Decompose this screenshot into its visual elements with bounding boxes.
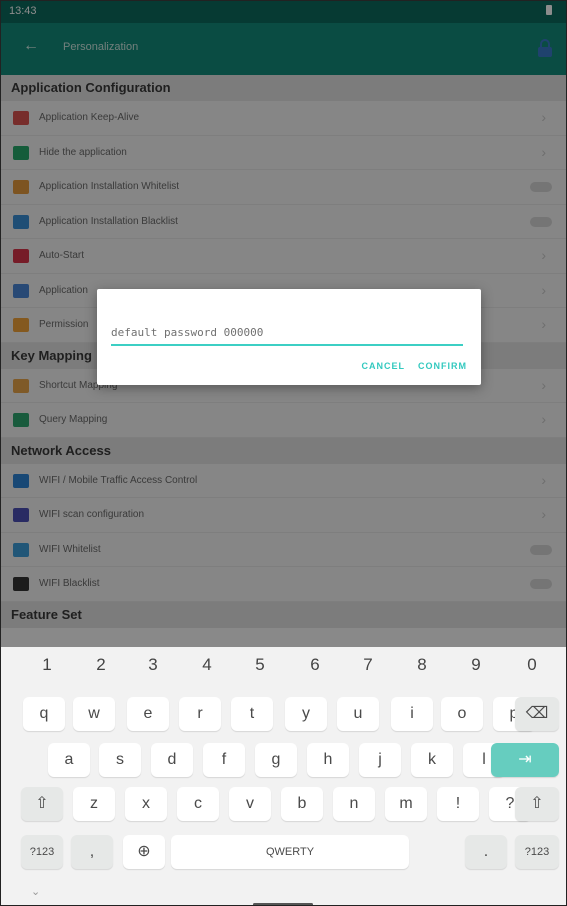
letter-key[interactable]: f bbox=[203, 743, 245, 777]
letter-key[interactable]: h bbox=[307, 743, 349, 777]
period-key[interactable]: . bbox=[465, 835, 507, 869]
number-key[interactable]: 5 bbox=[245, 655, 275, 675]
comma-key[interactable]: , bbox=[71, 835, 113, 869]
letter-key[interactable]: s bbox=[99, 743, 141, 777]
letter-key[interactable]: b bbox=[281, 787, 323, 821]
number-key[interactable]: 3 bbox=[138, 655, 168, 675]
letter-key[interactable]: w bbox=[73, 697, 115, 731]
password-input[interactable]: default password 000000 bbox=[111, 322, 463, 346]
number-key[interactable]: 9 bbox=[461, 655, 491, 675]
letter-key[interactable]: ! bbox=[437, 787, 479, 821]
letter-key[interactable]: x bbox=[125, 787, 167, 821]
backspace-key[interactable]: ⌫ bbox=[515, 697, 559, 731]
letter-key[interactable]: k bbox=[411, 743, 453, 777]
letter-key[interactable]: c bbox=[177, 787, 219, 821]
letter-key[interactable]: n bbox=[333, 787, 375, 821]
space-key[interactable]: QWERTY bbox=[171, 835, 409, 869]
letter-key[interactable]: d bbox=[151, 743, 193, 777]
globe-key[interactable]: ⊕ bbox=[123, 835, 165, 869]
cancel-button[interactable]: CANCEL bbox=[362, 361, 406, 371]
letter-key[interactable]: a bbox=[48, 743, 90, 777]
keyboard-collapse-icon[interactable]: ⌄ bbox=[31, 885, 40, 898]
number-key[interactable]: 7 bbox=[353, 655, 383, 675]
letter-key[interactable]: j bbox=[359, 743, 401, 777]
number-key[interactable]: 8 bbox=[407, 655, 437, 675]
letter-key[interactable]: z bbox=[73, 787, 115, 821]
letter-key[interactable]: t bbox=[231, 697, 273, 731]
letter-key[interactable]: v bbox=[229, 787, 271, 821]
symbols-key[interactable]: ?123 bbox=[21, 835, 63, 869]
confirm-button[interactable]: CONFIRM bbox=[418, 361, 467, 371]
number-key[interactable]: 2 bbox=[86, 655, 116, 675]
letter-key[interactable]: o bbox=[441, 697, 483, 731]
tab-key[interactable]: ⇥ bbox=[491, 743, 559, 777]
letter-key[interactable]: e bbox=[127, 697, 169, 731]
number-key[interactable]: 0 bbox=[517, 655, 547, 675]
number-key[interactable]: 1 bbox=[32, 655, 62, 675]
password-dialog: default password 000000 CANCEL CONFIRM bbox=[97, 289, 481, 385]
shift-left-key[interactable]: ⇧ bbox=[21, 787, 63, 821]
number-key[interactable]: 4 bbox=[192, 655, 222, 675]
device-screen: 13:43 ← Personalization Application Conf… bbox=[0, 0, 567, 906]
symbols-right-key[interactable]: ?123 bbox=[515, 835, 559, 869]
letter-key[interactable]: u bbox=[337, 697, 379, 731]
letter-key[interactable]: m bbox=[385, 787, 427, 821]
soft-keyboard: ⌄ 1 2 3 4 5 6 7 8 9 0 q w e r t y u i o p ⌫ a s d f g h j k l ⇥ ⇧ z x c v b n… bbox=[1, 647, 566, 905]
letter-key[interactable]: q bbox=[23, 697, 65, 731]
letter-key[interactable]: i bbox=[391, 697, 433, 731]
letter-key[interactable]: r bbox=[179, 697, 221, 731]
letter-key[interactable]: g bbox=[255, 743, 297, 777]
number-key[interactable]: 6 bbox=[300, 655, 330, 675]
letter-key[interactable]: y bbox=[285, 697, 327, 731]
shift-right-key[interactable]: ⇧ bbox=[515, 787, 559, 821]
